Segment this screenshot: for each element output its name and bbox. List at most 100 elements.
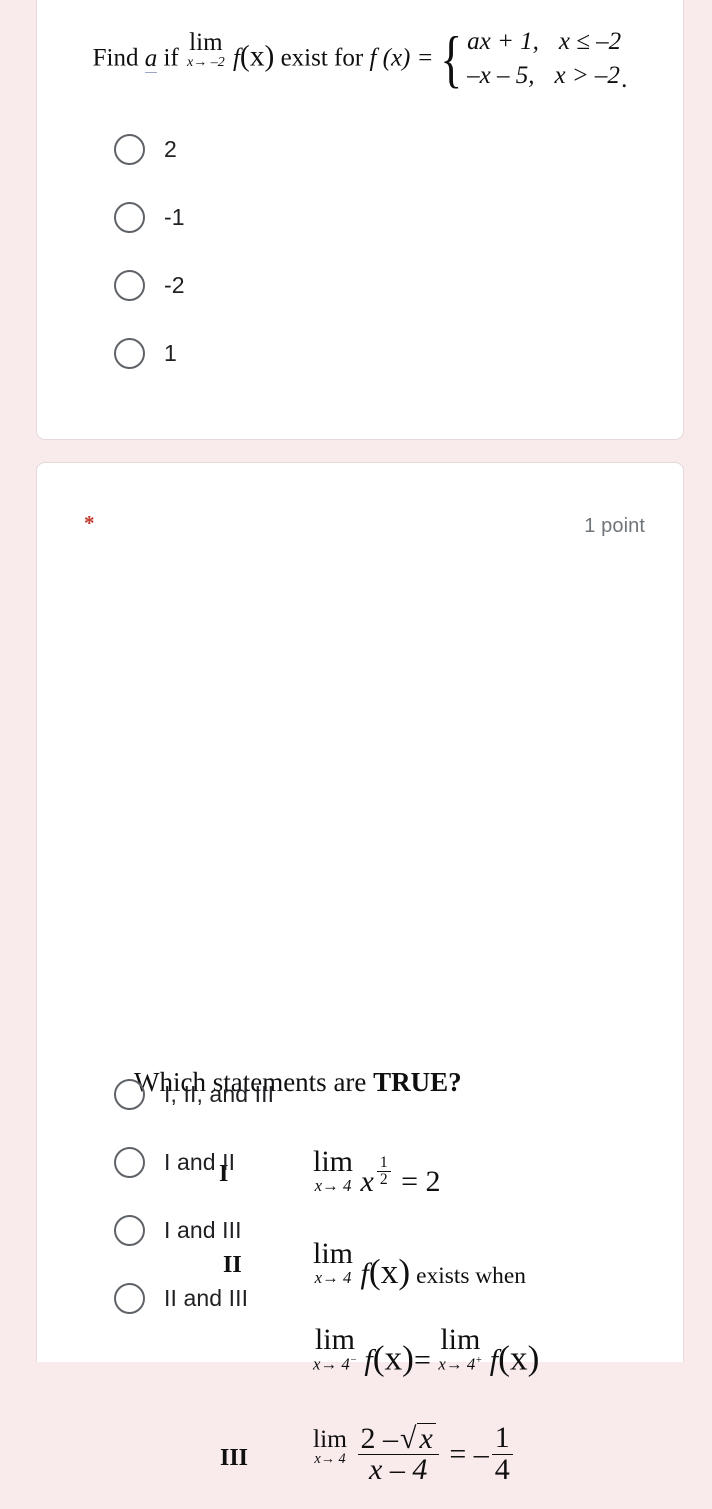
limit-subscript: x→ 4− [313, 1354, 357, 1374]
piecewise-cond-2: x > –2 [554, 62, 620, 90]
function-arg: (x) [368, 1251, 411, 1291]
limit-op-label: lim [314, 1323, 355, 1356]
radio-button-icon[interactable] [114, 1078, 145, 1110]
piecewise-expr-2: –x – 5, [467, 62, 535, 90]
statement-2-continuation: lim x→ 4− f(x)= lim x→ 4+ f(x) [37, 1325, 712, 1385]
exponent: 12 [374, 1154, 394, 1188]
equality-sign: = [413, 1343, 431, 1377]
piecewise-rows: ax + 1, x ≤ –2 –x – 5, x > –2 [467, 25, 621, 93]
limit-operator: lim x→ 4 [313, 1426, 347, 1467]
function-name: f [360, 1257, 369, 1290]
function-name: f [232, 44, 240, 72]
limit-subscript: x→ 4+ [438, 1354, 483, 1374]
radicand: x [417, 1422, 436, 1455]
limit-subscript: x→ 4 [314, 1451, 346, 1468]
option-label: 1 [164, 339, 177, 366]
limit-op-label: lim [313, 1423, 348, 1453]
statement-equality: = 2 [401, 1165, 441, 1198]
limit-side-sign: − [349, 1355, 357, 1366]
option-label: -1 [164, 203, 185, 230]
question-card-1: Find a if lim x→ –2 f(x) exist for f (x)… [36, 0, 684, 440]
limit-fraction: 2 –√ x x – 4 [357, 1421, 439, 1486]
exponent-fraction: 12 [376, 1154, 391, 1188]
function-name: f [489, 1343, 499, 1377]
option-label: I and II [164, 1148, 236, 1175]
option-row[interactable]: I and III [114, 1213, 242, 1247]
statement-numeral: II [223, 1252, 242, 1278]
negative-sign: – [473, 1437, 489, 1471]
equality-sign: = [449, 1437, 467, 1471]
fx-equals: f (x) = [369, 44, 434, 72]
limit-operator: lim x→ 4 [313, 1239, 353, 1287]
left-brace-icon: { [439, 23, 462, 95]
limit-side-sign: + [475, 1355, 483, 1366]
radio-button-icon[interactable] [114, 269, 145, 301]
question-card-2: * 1 point Which statements are TRUE? I l… [36, 462, 684, 1485]
radio-button-icon[interactable] [114, 1214, 145, 1246]
option-row[interactable]: 1 [114, 336, 177, 370]
function-arg: (x) [239, 40, 275, 73]
statement-numeral: III [220, 1445, 249, 1471]
statement-expression: lim x→ 4 2 –√ x x – 4 = –1 4 [313, 1421, 516, 1488]
statement-3: III lim x→ 4 2 –√ x x – 4 = –1 4 [37, 1419, 712, 1509]
radio-button-icon[interactable] [114, 1146, 145, 1178]
limit-operator-left: lim x→ 4− [313, 1325, 357, 1373]
quiz-page: Find a if lim x→ –2 f(x) exist for f (x)… [0, 0, 712, 1485]
question-1-prompt: Find a if lim x→ –2 f(x) exist for f (x)… [37, 26, 683, 94]
statement-expression: lim x→ 4− f(x)= lim x→ 4+ f(x) [313, 1325, 539, 1379]
limit-subscript: x→ 4 [314, 1268, 352, 1287]
function-arg: (x) [498, 1337, 540, 1378]
square-root-icon: √ x [398, 1422, 436, 1455]
option-label: I and III [164, 1216, 242, 1243]
statement-tail-text: exists when [416, 1263, 526, 1289]
option-label: -2 [164, 271, 185, 298]
prompt-variable: a [144, 44, 158, 73]
title-emphasis: TRUE? [373, 1067, 462, 1097]
option-row[interactable]: -2 [114, 268, 185, 302]
radio-button-icon[interactable] [114, 133, 145, 165]
limit-subscript-text: x→ 4 [438, 1354, 476, 1374]
option-label: II and III [164, 1284, 249, 1311]
limit-subscript: x→ 4 [314, 1176, 352, 1195]
limit-operator: lim x→ –2 [187, 30, 225, 70]
fraction-numerator: 2 –√ x [358, 1421, 439, 1455]
radio-button-icon[interactable] [114, 337, 145, 369]
radio-button-icon[interactable] [114, 1282, 145, 1314]
piecewise-definition: {ax + 1, x ≤ –2 –x – 5, x > –2 [436, 23, 621, 95]
prompt-if: if [163, 44, 179, 72]
fraction-numerator: 1 [379, 1154, 388, 1172]
prompt-exist-for: exist for [280, 44, 364, 72]
limit-operator: lim x→ 4 [313, 1147, 353, 1195]
option-row[interactable]: II and III [114, 1281, 248, 1315]
expression-base: x [360, 1165, 374, 1198]
trailing-period: . [621, 65, 628, 93]
piecewise-row-2: –x – 5, x > –2 [467, 59, 621, 93]
points-label: 1 point [584, 515, 645, 537]
statement-expression: lim x→ 4 f(x) exists when [313, 1239, 526, 1292]
piecewise-row-1: ax + 1, x ≤ –2 [467, 25, 621, 59]
option-label: I, II, and III [164, 1080, 275, 1107]
statement-expression: lim x→ 4 x12 = 2 [313, 1147, 441, 1199]
fraction-denominator: 4 [491, 1453, 513, 1486]
option-row[interactable]: 2 [114, 132, 177, 166]
limit-op-label: lim [313, 1145, 354, 1178]
prompt-find: Find [92, 44, 139, 72]
piecewise-cond-1: x ≤ –2 [558, 28, 622, 56]
limit-subscript: x→ –2 [186, 54, 225, 70]
limit-op-label: lim [440, 1323, 481, 1356]
result-fraction: 14 [491, 1421, 513, 1486]
limit-op-label: lim [189, 28, 223, 56]
fraction-denominator: 2 [376, 1171, 391, 1188]
required-asterisk: * [84, 511, 95, 535]
fraction-numerator: 1 [494, 1421, 510, 1455]
option-row[interactable]: -1 [114, 200, 185, 234]
fraction-denominator: x – 4 [357, 1454, 439, 1486]
radio-button-icon[interactable] [114, 201, 145, 233]
option-label: 2 [164, 135, 177, 162]
piecewise-expr-1: ax + 1, [467, 28, 539, 56]
limit-subscript-text: x→ 4 [313, 1354, 350, 1374]
option-row[interactable]: I, II, and III [114, 1077, 274, 1111]
numerator-prefix: 2 – [360, 1421, 399, 1455]
option-row[interactable]: I and II [114, 1145, 235, 1179]
function-arg: (x) [372, 1337, 414, 1378]
